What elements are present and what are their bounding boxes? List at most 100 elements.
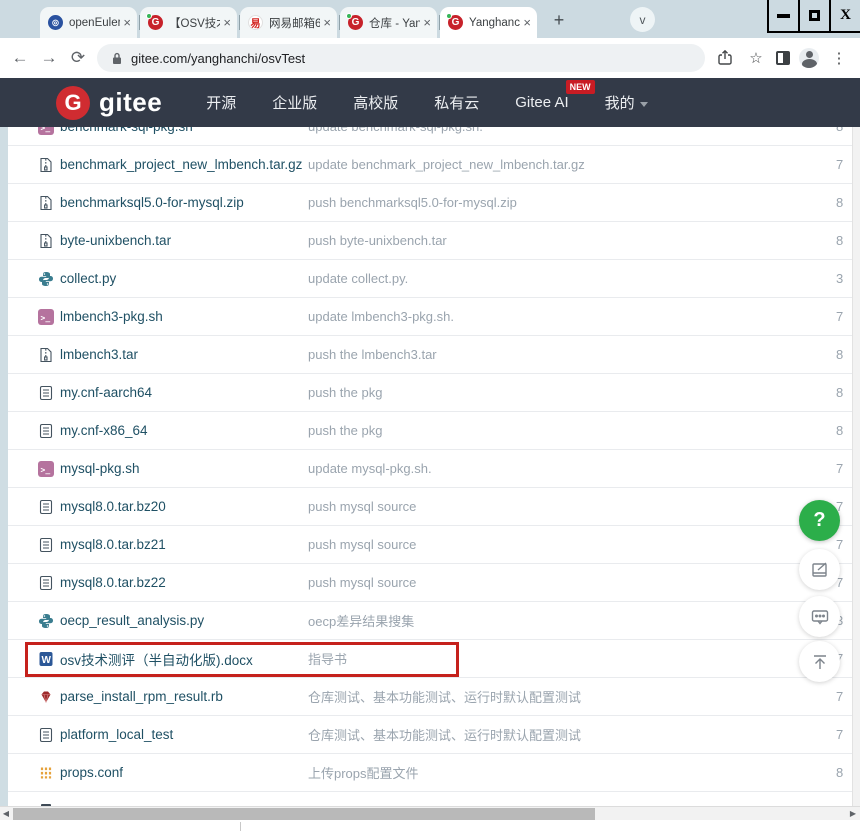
- url-field[interactable]: gitee.com/yanghanchi/osvTest: [97, 44, 705, 72]
- maximize-button[interactable]: [798, 0, 829, 31]
- file-link[interactable]: mysql8.0.tar.bz20: [60, 499, 308, 514]
- file-link[interactable]: benchmarksql5.0-for-mysql.zip: [60, 195, 308, 210]
- profile-avatar[interactable]: [799, 48, 819, 68]
- file-date: 7: [836, 537, 852, 552]
- navbar-item-开源[interactable]: 开源: [206, 92, 236, 113]
- file-link[interactable]: props.conf: [60, 765, 308, 780]
- commit-message[interactable]: 上传props配置文件: [308, 763, 836, 782]
- reload-button[interactable]: ⟳: [68, 48, 88, 68]
- horizontal-scrollbar-thumb[interactable]: [13, 808, 595, 820]
- side-panel-icon[interactable]: [776, 51, 790, 65]
- commit-message[interactable]: push the lmbench3.tar: [308, 347, 836, 362]
- tab-close-icon[interactable]: ×: [423, 16, 431, 29]
- commit-message[interactable]: update lmbench3-pkg.sh.: [308, 309, 836, 324]
- python-file-icon: [38, 271, 54, 287]
- browser-tab[interactable]: GYanghanchij×: [440, 7, 537, 38]
- netease-favicon-icon: 易: [248, 15, 263, 30]
- help-button[interactable]: ?: [799, 500, 840, 541]
- scroll-left-icon[interactable]: ◀: [0, 807, 12, 821]
- horizontal-scrollbar[interactable]: ◀ ▶: [0, 806, 860, 820]
- commit-message[interactable]: push mysql source: [308, 499, 836, 514]
- commit-message[interactable]: update mysql-pkg.sh.: [308, 461, 836, 476]
- text-file-icon: [38, 727, 54, 743]
- vertical-scrollbar[interactable]: [852, 127, 860, 806]
- tab-close-icon[interactable]: ×: [523, 16, 531, 29]
- back-to-top-button[interactable]: [799, 641, 840, 682]
- tab-close-icon[interactable]: ×: [323, 16, 331, 29]
- commit-message[interactable]: 仓库测试、基本功能测试、运行时默认配置测试: [308, 687, 836, 706]
- gitee-favicon-icon: G: [348, 15, 363, 30]
- file-link[interactable]: lmbench3.tar: [60, 347, 308, 362]
- new-tab-button[interactable]: +: [546, 7, 572, 33]
- feedback-button[interactable]: [799, 549, 840, 590]
- browser-window: ◎openEuler×G【OSV技术×易网易邮箱6.0×G仓库 - Yang×G…: [0, 0, 860, 831]
- file-link[interactable]: my.cnf-aarch64: [60, 385, 308, 400]
- text-file-icon: [38, 499, 54, 515]
- commit-message[interactable]: update benchmark-sql-pkg.sh.: [308, 127, 836, 134]
- comment-icon: [810, 607, 830, 627]
- new-badge: NEW: [566, 80, 595, 94]
- commit-message[interactable]: push mysql source: [308, 575, 836, 590]
- browser-menu-icon[interactable]: ⋮: [828, 49, 850, 67]
- file-link[interactable]: mysql-pkg.sh: [60, 461, 308, 476]
- tab-label: 网易邮箱6.0: [269, 15, 320, 31]
- svg-text:>_: >_: [41, 465, 51, 474]
- tab-search-chevron-icon[interactable]: v: [630, 7, 655, 32]
- browser-tab[interactable]: G仓库 - Yang×: [340, 7, 437, 38]
- scroll-right-icon[interactable]: ▶: [847, 807, 859, 821]
- gitee-logo[interactable]: G gitee: [56, 86, 162, 120]
- navbar-item-高校版[interactable]: 高校版: [353, 92, 398, 113]
- commit-message[interactable]: push benchmarksql5.0-for-mysql.zip: [308, 195, 836, 210]
- forward-button[interactable]: →: [39, 48, 59, 68]
- table-row: Wosv技术测评（半自动化版).docx指导书7: [8, 640, 852, 678]
- tab-label: openEuler: [69, 17, 120, 29]
- file-link[interactable]: parse_install_rpm_result.rb: [60, 689, 308, 704]
- file-link[interactable]: benchmark_project_new_lmbench.tar.gz: [60, 157, 308, 172]
- share-icon[interactable]: [714, 49, 736, 67]
- file-date: 8: [836, 347, 852, 362]
- navbar-item-私有云[interactable]: 私有云: [434, 92, 479, 113]
- browser-tab[interactable]: 易网易邮箱6.0×: [240, 7, 337, 38]
- navbar-item-我的[interactable]: 我的: [605, 92, 648, 113]
- file-link[interactable]: platform_local_test: [60, 727, 308, 742]
- file-link[interactable]: byte-unixbench.tar: [60, 233, 308, 248]
- table-row: byte-unixbench.tarpush byte-unixbench.ta…: [8, 222, 852, 260]
- file-link[interactable]: mysql8.0.tar.bz21: [60, 537, 308, 552]
- file-date: 7: [836, 157, 852, 172]
- commit-message[interactable]: push mysql source: [308, 537, 836, 552]
- file-link[interactable]: collect.py: [60, 271, 308, 286]
- commit-message[interactable]: update collect.py.: [308, 271, 836, 286]
- table-row: mysql8.0.tar.bz22push mysql source7: [8, 564, 852, 602]
- table-row: props.conf上传props配置文件8: [8, 754, 852, 792]
- file-link[interactable]: mysql8.0.tar.bz22: [60, 575, 308, 590]
- table-row: mysql8.0.tar.bz21push mysql source7: [8, 526, 852, 564]
- tab-close-icon[interactable]: ×: [123, 16, 131, 29]
- table-row: >_lmbench3-pkg.shupdate lmbench3-pkg.sh.…: [8, 298, 852, 336]
- commit-message[interactable]: push the pkg: [308, 385, 836, 400]
- browser-tab[interactable]: G【OSV技术×: [140, 7, 237, 38]
- arrow-up-icon: [810, 652, 830, 672]
- bookmark-star-icon[interactable]: ☆: [745, 49, 767, 67]
- file-link[interactable]: lmbench3-pkg.sh: [60, 309, 308, 324]
- file-link[interactable]: my.cnf-x86_64: [60, 423, 308, 438]
- file-date: 3: [836, 271, 852, 286]
- commit-message[interactable]: 指导书: [308, 649, 836, 668]
- close-button[interactable]: X: [829, 0, 860, 31]
- file-link[interactable]: benchmark-sql-pkg.sh: [60, 127, 308, 134]
- commit-message[interactable]: push the pkg: [308, 423, 836, 438]
- file-rows: >_ benchmark-sql-pkg.shupdate benchmark-s…: [8, 127, 852, 806]
- commit-message[interactable]: 仓库测试、基本功能测试、运行时默认配置测试: [308, 725, 836, 744]
- back-button[interactable]: ←: [10, 48, 30, 68]
- file-link[interactable]: oecp_result_analysis.py: [60, 613, 308, 628]
- browser-tab[interactable]: ◎openEuler×: [40, 7, 137, 38]
- word-file-icon: W: [38, 651, 54, 667]
- commit-message[interactable]: update benchmark_project_new_lmbench.tar…: [308, 157, 836, 172]
- comment-button[interactable]: [799, 596, 840, 637]
- minimize-button[interactable]: [767, 0, 798, 31]
- navbar-item-企业版[interactable]: 企业版: [272, 92, 317, 113]
- file-link[interactable]: osv技术测评（半自动化版).docx: [60, 649, 308, 669]
- navbar-item-Gitee AI[interactable]: Gitee AINEW: [515, 94, 568, 111]
- commit-message[interactable]: oecp差异结果搜集: [308, 611, 836, 630]
- tab-close-icon[interactable]: ×: [223, 16, 231, 29]
- commit-message[interactable]: push byte-unixbench.tar: [308, 233, 836, 248]
